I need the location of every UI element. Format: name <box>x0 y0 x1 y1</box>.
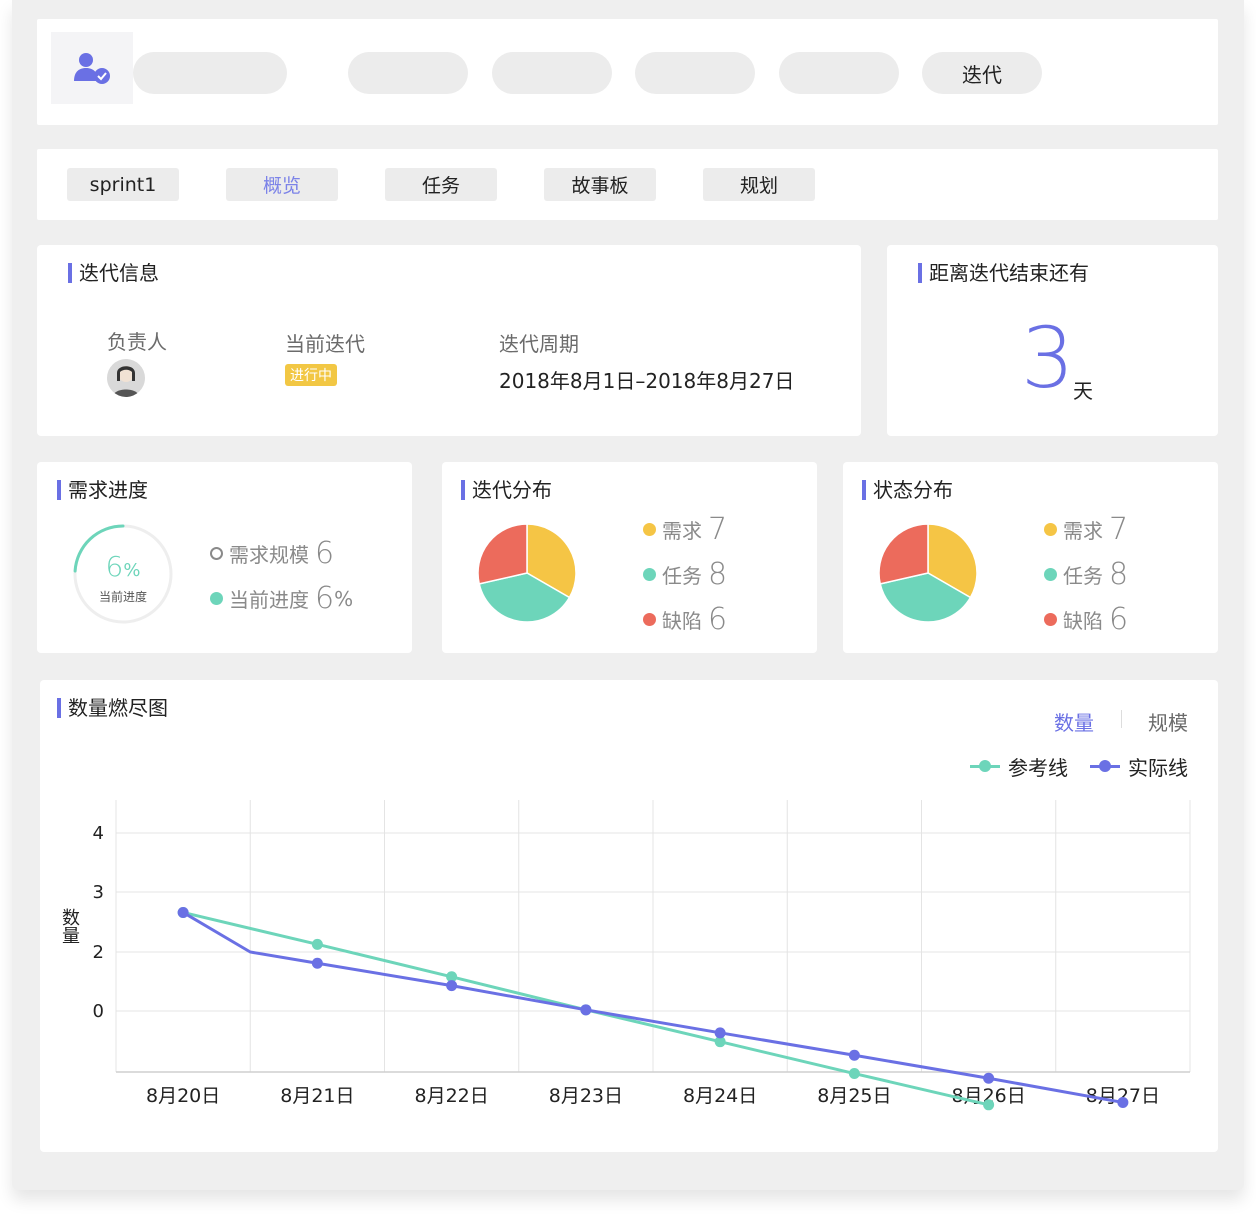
status-pie-chart <box>878 523 978 623</box>
nav-pill-3[interactable] <box>492 52 612 94</box>
y-tick-label: 4 <box>93 823 104 844</box>
dot-marker-icon <box>643 523 656 536</box>
tab-overview[interactable]: 概览 <box>226 168 338 201</box>
legend-requirement: 需求 7 <box>643 512 727 547</box>
legend-requirement: 需求 7 <box>1044 512 1128 547</box>
section-title: 状态分布 <box>862 479 953 501</box>
avatar-icon <box>107 359 145 397</box>
nav-pill-4[interactable] <box>635 52 755 94</box>
pie-slice-2 <box>878 523 929 585</box>
iteration-pie-chart <box>477 523 577 623</box>
requirement-progress-card: 需求进度 6% 当前进度 需求规模 6 当前进度 6% <box>37 462 412 653</box>
tab-bar: sprint1 概览 任务 故事板 规划 <box>37 149 1218 220</box>
burndown-card: 数量燃尽图 数量 规模 参考线 实际线 数量 4 3 2 0 8月20日 8月21日 8月2… <box>40 680 1218 1152</box>
period-value: 2018年8月1日–2018年8月27日 <box>499 369 795 393</box>
data-point[interactable] <box>848 1068 860 1080</box>
x-tick-label: 8月22日 <box>414 1085 488 1107</box>
section-title: 迭代分布 <box>461 479 552 501</box>
nav-pill-5[interactable] <box>779 52 899 94</box>
x-tick-label: 8月25日 <box>817 1085 891 1107</box>
burndown-chart: 43208月20日 8月21日 8月22日 8月23日 8月24日 8月25日 8月26日 8… <box>93 800 1191 1111</box>
data-point[interactable] <box>983 1072 995 1084</box>
dot-marker-icon <box>643 568 656 581</box>
progress-legend: 当前进度 6% <box>210 581 353 616</box>
days-remaining-value: 3 <box>1021 309 1075 407</box>
x-tick-label: 8月23日 <box>549 1085 623 1107</box>
countdown-card: 距离迭代结束还有 3 天 <box>887 245 1218 436</box>
user-check-icon <box>74 53 110 84</box>
data-point[interactable] <box>311 938 323 950</box>
pie-slice-2 <box>477 523 528 585</box>
section-title: 迭代信息 <box>68 262 159 284</box>
avatar[interactable] <box>107 359 145 397</box>
nav-pill-1[interactable] <box>133 52 287 94</box>
status-distribution-card: 状态分布 需求 7 任务 8 缺陷 6 <box>843 462 1218 653</box>
legend-defect: 缺陷 6 <box>1044 602 1128 637</box>
tab-planning[interactable]: 规划 <box>703 168 815 201</box>
dot-marker-icon <box>210 592 223 605</box>
legend-task: 任务 8 <box>643 557 727 592</box>
ring-marker-icon <box>210 547 223 560</box>
tab-sprint1[interactable]: sprint1 <box>67 168 179 201</box>
tab-storyboard[interactable]: 故事板 <box>544 168 656 201</box>
legend-task: 任务 8 <box>1044 557 1128 592</box>
data-point[interactable] <box>1117 1096 1129 1108</box>
data-point[interactable] <box>177 906 189 918</box>
dot-marker-icon <box>1044 523 1057 536</box>
current-iteration-label: 当前迭代 <box>285 332 365 356</box>
data-point[interactable] <box>714 1027 726 1039</box>
y-tick-label: 2 <box>93 942 104 963</box>
iteration-info-card: 迭代信息 负责人 当前迭代 进行中 迭代周期 2018年8月1日–2018年8月… <box>37 245 861 436</box>
data-point[interactable] <box>580 1004 592 1016</box>
days-unit: 天 <box>1073 379 1093 403</box>
period-label: 迭代周期 <box>499 332 579 356</box>
dot-marker-icon <box>1044 568 1057 581</box>
progress-percent: 6% <box>105 550 141 583</box>
data-point[interactable] <box>848 1049 860 1061</box>
user-logo[interactable] <box>51 32 133 104</box>
section-title: 需求进度 <box>57 479 148 501</box>
y-tick-label: 0 <box>93 1001 104 1022</box>
tab-tasks[interactable]: 任务 <box>385 168 497 201</box>
dot-marker-icon <box>643 613 656 626</box>
section-title: 距离迭代结束还有 <box>918 262 1089 284</box>
status-badge: 进行中 <box>285 364 337 386</box>
data-point[interactable] <box>983 1099 995 1111</box>
nav-pill-2[interactable] <box>348 52 468 94</box>
top-navbar: 迭代 <box>37 19 1218 125</box>
x-tick-label: 8月24日 <box>683 1085 757 1107</box>
data-point[interactable] <box>311 957 323 969</box>
progress-caption: 当前进度 <box>98 590 147 604</box>
data-point[interactable] <box>446 980 458 992</box>
x-tick-label: 8月21日 <box>280 1085 354 1107</box>
x-tick-label: 8月20日 <box>146 1085 220 1107</box>
scale-legend: 需求规模 6 <box>210 536 334 571</box>
iteration-distribution-card: 迭代分布 需求 7 任务 8 缺陷 6 <box>442 462 817 653</box>
y-tick-label: 3 <box>93 882 104 903</box>
owner-label: 负责人 <box>107 330 167 354</box>
nav-iteration-button[interactable]: 迭代 <box>922 52 1042 94</box>
legend-defect: 缺陷 6 <box>643 602 727 637</box>
dot-marker-icon <box>1044 613 1057 626</box>
